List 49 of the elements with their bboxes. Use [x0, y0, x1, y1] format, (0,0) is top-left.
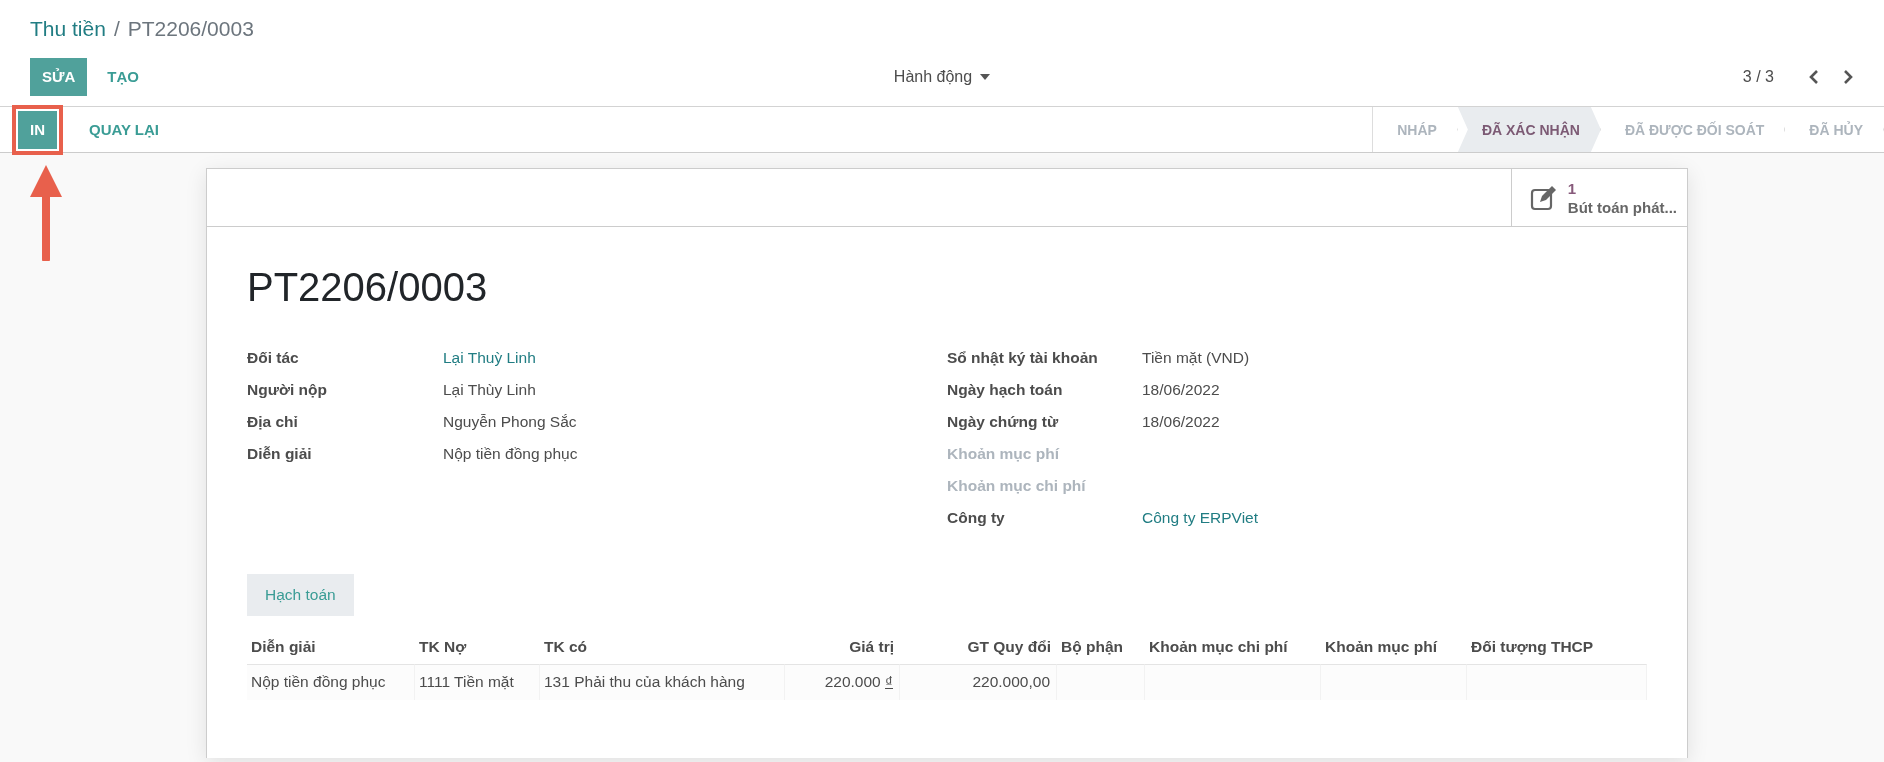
field-label: Ngày hạch toán — [947, 380, 1064, 400]
column-header[interactable]: Bộ phận — [1057, 630, 1145, 664]
column-header[interactable]: GT Quy đổi — [900, 630, 1057, 664]
edit-icon — [1529, 184, 1558, 211]
edit-button[interactable]: SỬA — [30, 57, 88, 96]
field-link[interactable]: Lại Thuỳ Linh — [443, 342, 947, 374]
field-label: Địa chỉ — [247, 412, 299, 432]
create-button[interactable]: TẠO — [95, 57, 151, 96]
back-button[interactable]: QUAY LẠI — [77, 110, 172, 149]
field-label: Sổ nhật ký tài khoản — [947, 348, 1099, 368]
caret-icon — [980, 73, 991, 80]
field-label: Khoản mục chi phí — [947, 476, 1087, 496]
field-value: Lại Thùy Linh — [443, 380, 537, 400]
field-value: Nộp tiền đồng phục — [443, 444, 579, 464]
column-header[interactable]: Khoản mục chi phí — [1145, 630, 1321, 664]
field-value: Tiền mặt (VND) — [1142, 348, 1251, 368]
column-header[interactable]: Đối tượng THCP — [1467, 630, 1647, 664]
breadcrumb-current: PT2206/0003 — [127, 16, 254, 41]
column-header[interactable]: Khoản mục phí — [1321, 630, 1467, 664]
field-label: Khoản mục phí — [947, 444, 1061, 464]
field-link[interactable]: Công ty ERPViet — [1142, 502, 1647, 534]
breadcrumb-link[interactable]: Thu tiền — [30, 16, 106, 41]
table-cell: Nộp tiền đồng phục — [247, 664, 415, 700]
record-title: PT2206/0003 — [247, 264, 489, 310]
table-cell: 220.000 ₫ — [785, 664, 900, 700]
pager-count: 3 / 3 — [1742, 67, 1774, 86]
table-cell: 131 Phải thu của khách hàng — [540, 664, 785, 700]
field-label: Diễn giải — [247, 444, 313, 464]
field-label: Ngày chứng từ — [947, 412, 1060, 432]
print-button[interactable]: IN — [18, 110, 57, 149]
field-label: Đối tác — [247, 348, 300, 368]
column-header[interactable]: TK có — [540, 630, 785, 664]
next-icon[interactable] — [1842, 68, 1854, 85]
status-stage[interactable]: ĐÃ XÁC NHẬN — [1457, 107, 1601, 152]
field-label: Công ty — [947, 508, 1006, 528]
action-dropdown[interactable]: Hành động — [887, 66, 997, 87]
smart-button[interactable]: 1 Bút toán phát... — [1510, 169, 1687, 226]
column-header[interactable]: TK Nợ — [415, 630, 540, 664]
breadcrumb-separator: / — [113, 16, 120, 41]
field-value: 18/06/2022 — [1142, 412, 1221, 432]
previous-icon[interactable] — [1808, 68, 1820, 85]
table-cell: 220.000,00 — [900, 664, 1057, 700]
tab[interactable]: Hạch toán — [247, 574, 354, 616]
field-label: Người nộp — [247, 380, 328, 400]
field-value: 18/06/2022 — [1142, 380, 1221, 400]
column-header[interactable]: Giá trị — [785, 630, 900, 664]
column-header[interactable]: Diễn giải — [247, 630, 415, 664]
field-value: Nguyễn Phong Sắc — [443, 412, 578, 432]
table-cell: 1111 Tiền mặt — [415, 664, 540, 700]
